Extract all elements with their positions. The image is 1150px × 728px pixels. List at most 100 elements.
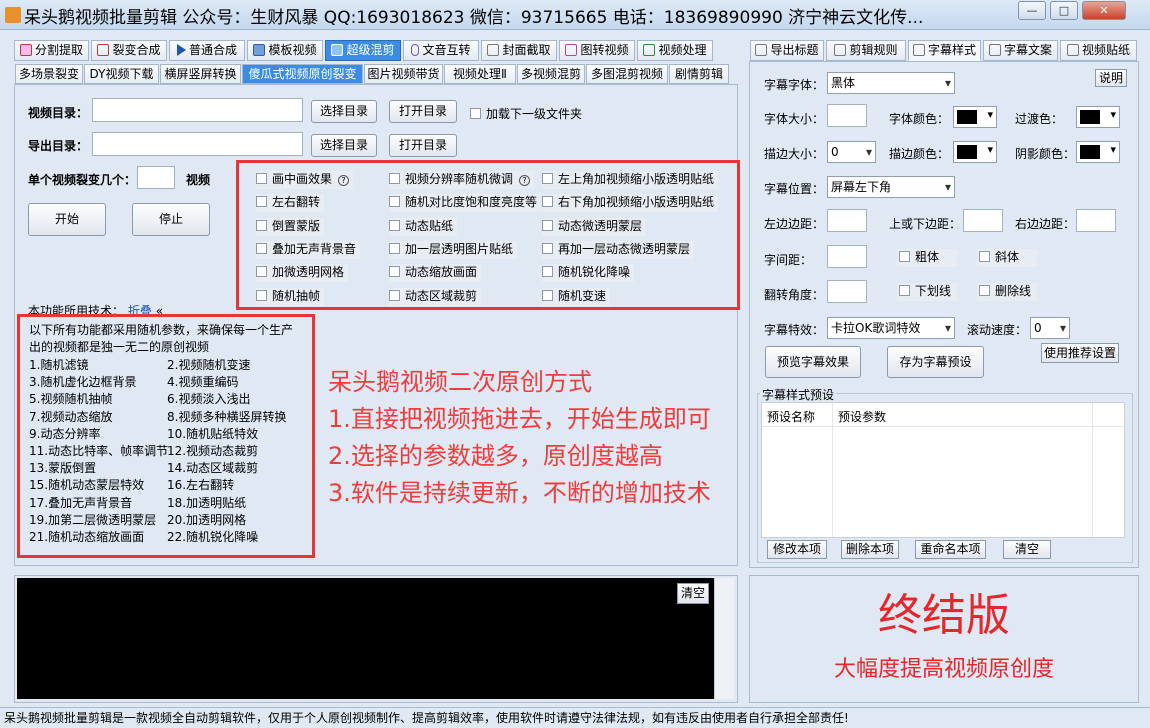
subtab-multi-image-mix[interactable]: 多图混剪视频 — [586, 64, 668, 84]
clear-presets-button[interactable]: 清空 — [1003, 540, 1051, 559]
close-button[interactable]: ✕ — [1082, 1, 1126, 20]
checkbox-box[interactable] — [389, 266, 400, 278]
right-tab-4[interactable]: 视频贴纸 — [1060, 40, 1137, 61]
effect-option[interactable]: 随机变速 — [542, 287, 611, 306]
checkbox-box[interactable] — [389, 196, 400, 208]
left-margin-input[interactable] — [827, 209, 867, 232]
right-tab-0[interactable]: 导出标题 — [750, 40, 824, 61]
right-tab-1[interactable]: 剪辑规则 — [826, 40, 906, 61]
effect-option[interactable]: 动态缩放画面 — [389, 264, 482, 283]
effect-option[interactable]: 再加一层动态微透明蒙层 — [542, 240, 695, 259]
stroke-color-picker[interactable] — [953, 141, 997, 163]
checkbox-box[interactable] — [542, 173, 553, 184]
stroke-size-select[interactable]: 0 — [827, 141, 876, 163]
checkbox-box[interactable] — [389, 173, 400, 184]
subtab-original-fission[interactable]: 傻瓜式视频原创裂变 — [242, 64, 363, 84]
subtab-orientation-convert[interactable]: 横屏竖屏转换 — [160, 64, 241, 84]
bold-checkbox[interactable]: 粗体 — [897, 249, 957, 267]
checkbox-box[interactable] — [256, 242, 267, 254]
subtab-video-process-2[interactable]: 视频处理Ⅱ — [444, 64, 516, 84]
help-icon[interactable]: ? — [519, 175, 531, 186]
position-select[interactable]: 屏幕左下角 — [827, 176, 955, 198]
tab-normal-compose[interactable]: 普通合成 — [169, 40, 245, 61]
effect-option[interactable]: 随机锐化降噪 — [542, 264, 635, 283]
checkbox-box[interactable] — [542, 289, 553, 301]
effect-select[interactable]: 卡拉OK歌词特效 — [827, 317, 955, 339]
select-export-dir-button[interactable]: 选择目录 — [311, 134, 377, 157]
maximize-button[interactable]: □ — [1050, 1, 1078, 20]
checkbox-box[interactable] — [389, 289, 400, 301]
tb-margin-input[interactable] — [963, 209, 1003, 232]
preset-table[interactable] — [761, 402, 1125, 538]
checkbox-box[interactable] — [542, 219, 553, 231]
subtab-multi-video-mix[interactable]: 多视频混剪 — [517, 64, 585, 84]
checkbox-box[interactable] — [256, 173, 267, 184]
effect-option[interactable]: 加一层透明图片贴纸 — [389, 240, 518, 259]
start-button[interactable]: 开始 — [28, 203, 106, 236]
fission-count-input[interactable] — [137, 166, 175, 189]
scroll-speed-select[interactable]: 0 — [1030, 317, 1070, 339]
effect-option[interactable]: 动态微透明蒙层 — [542, 217, 647, 236]
effect-option[interactable]: 画中画效果? — [256, 171, 354, 189]
subtab-plot-edit[interactable]: 剧情剪辑 — [669, 64, 729, 84]
subtab-dy-download[interactable]: DY视频下载 — [84, 64, 159, 84]
preview-subtitle-button[interactable]: 预览字幕效果 — [765, 346, 861, 378]
log-output[interactable] — [17, 578, 714, 699]
checkbox-box[interactable] — [542, 266, 553, 278]
italic-checkbox[interactable]: 斜体 — [977, 249, 1037, 267]
modify-preset-button[interactable]: 修改本项 — [767, 540, 827, 559]
tab-super-mix[interactable]: 超级混剪 — [325, 40, 401, 61]
open-export-dir-button[interactable]: 打开目录 — [389, 134, 457, 157]
spacing-input[interactable] — [827, 245, 867, 268]
effect-option[interactable]: 视频分辨率随机微调? — [389, 171, 535, 189]
subtab-multi-scene[interactable]: 多场景裂变 — [15, 64, 83, 84]
checkbox-box[interactable] — [256, 289, 267, 301]
checkbox-box[interactable] — [899, 251, 910, 262]
font-color-picker[interactable] — [953, 106, 997, 128]
right-tab-2[interactable]: 字幕样式 — [908, 40, 981, 61]
help-button[interactable]: 说明 — [1095, 69, 1127, 87]
tab-split-extract[interactable]: 分割提取 — [14, 40, 89, 61]
rename-preset-button[interactable]: 重命名本项 — [915, 540, 986, 559]
checkbox-box[interactable] — [389, 219, 400, 231]
tab-template-video[interactable]: 模板视频 — [247, 40, 323, 61]
open-video-dir-button[interactable]: 打开目录 — [389, 100, 457, 123]
effect-option[interactable]: 倒置蒙版 — [256, 217, 325, 236]
tab-cover-capture[interactable]: 封面截取 — [481, 40, 557, 61]
tab-video-process[interactable]: 视频处理 — [637, 40, 713, 61]
rotate-input[interactable] — [827, 280, 867, 303]
checkbox-box[interactable] — [542, 196, 553, 208]
strikethrough-checkbox[interactable]: 删除线 — [977, 283, 1037, 301]
effect-option[interactable]: 动态贴纸 — [389, 217, 458, 236]
effect-option[interactable]: 加微透明网格 — [256, 264, 349, 283]
right-tab-3[interactable]: 字幕文案 — [983, 40, 1058, 61]
clear-log-button[interactable]: 清空 — [677, 583, 709, 604]
effect-option[interactable]: 随机对比度饱和度亮度等 — [389, 194, 542, 213]
effect-option[interactable]: 左上角加视频缩小版透明贴纸 — [542, 171, 719, 189]
effect-option[interactable]: 动态区域裁剪 — [389, 287, 482, 306]
right-margin-input[interactable] — [1076, 209, 1116, 232]
delete-preset-button[interactable]: 删除本项 — [841, 540, 899, 559]
shadow-color-picker[interactable] — [1076, 141, 1120, 163]
subtab-picture-video-sales[interactable]: 图片视频带货 — [364, 64, 443, 84]
video-dir-input[interactable] — [92, 98, 303, 122]
load-subfolder-checkbox[interactable]: 加载下一级文件夹 — [470, 105, 582, 122]
minimize-button[interactable]: — — [1018, 1, 1046, 20]
font-select[interactable]: 黑体 — [827, 72, 955, 94]
checkbox-box[interactable] — [256, 219, 267, 231]
export-dir-input[interactable] — [92, 132, 303, 156]
effect-option[interactable]: 叠加无声背景音 — [256, 240, 361, 259]
checkbox-box[interactable] — [470, 108, 481, 119]
log-scrollbar[interactable] — [714, 578, 734, 699]
checkbox-box[interactable] — [256, 266, 267, 278]
checkbox-box[interactable] — [899, 285, 910, 296]
checkbox-box[interactable] — [979, 285, 990, 296]
checkbox-box[interactable] — [389, 242, 400, 254]
checkbox-box[interactable] — [979, 251, 990, 262]
checkbox-box[interactable] — [542, 242, 553, 254]
tab-picture-video[interactable]: 图转视频 — [559, 40, 635, 61]
effect-option[interactable]: 左右翻转 — [256, 194, 325, 213]
checkbox-box[interactable] — [256, 196, 267, 208]
select-video-dir-button[interactable]: 选择目录 — [311, 100, 377, 123]
use-recommended-button[interactable]: 使用推荐设置 — [1041, 343, 1119, 363]
